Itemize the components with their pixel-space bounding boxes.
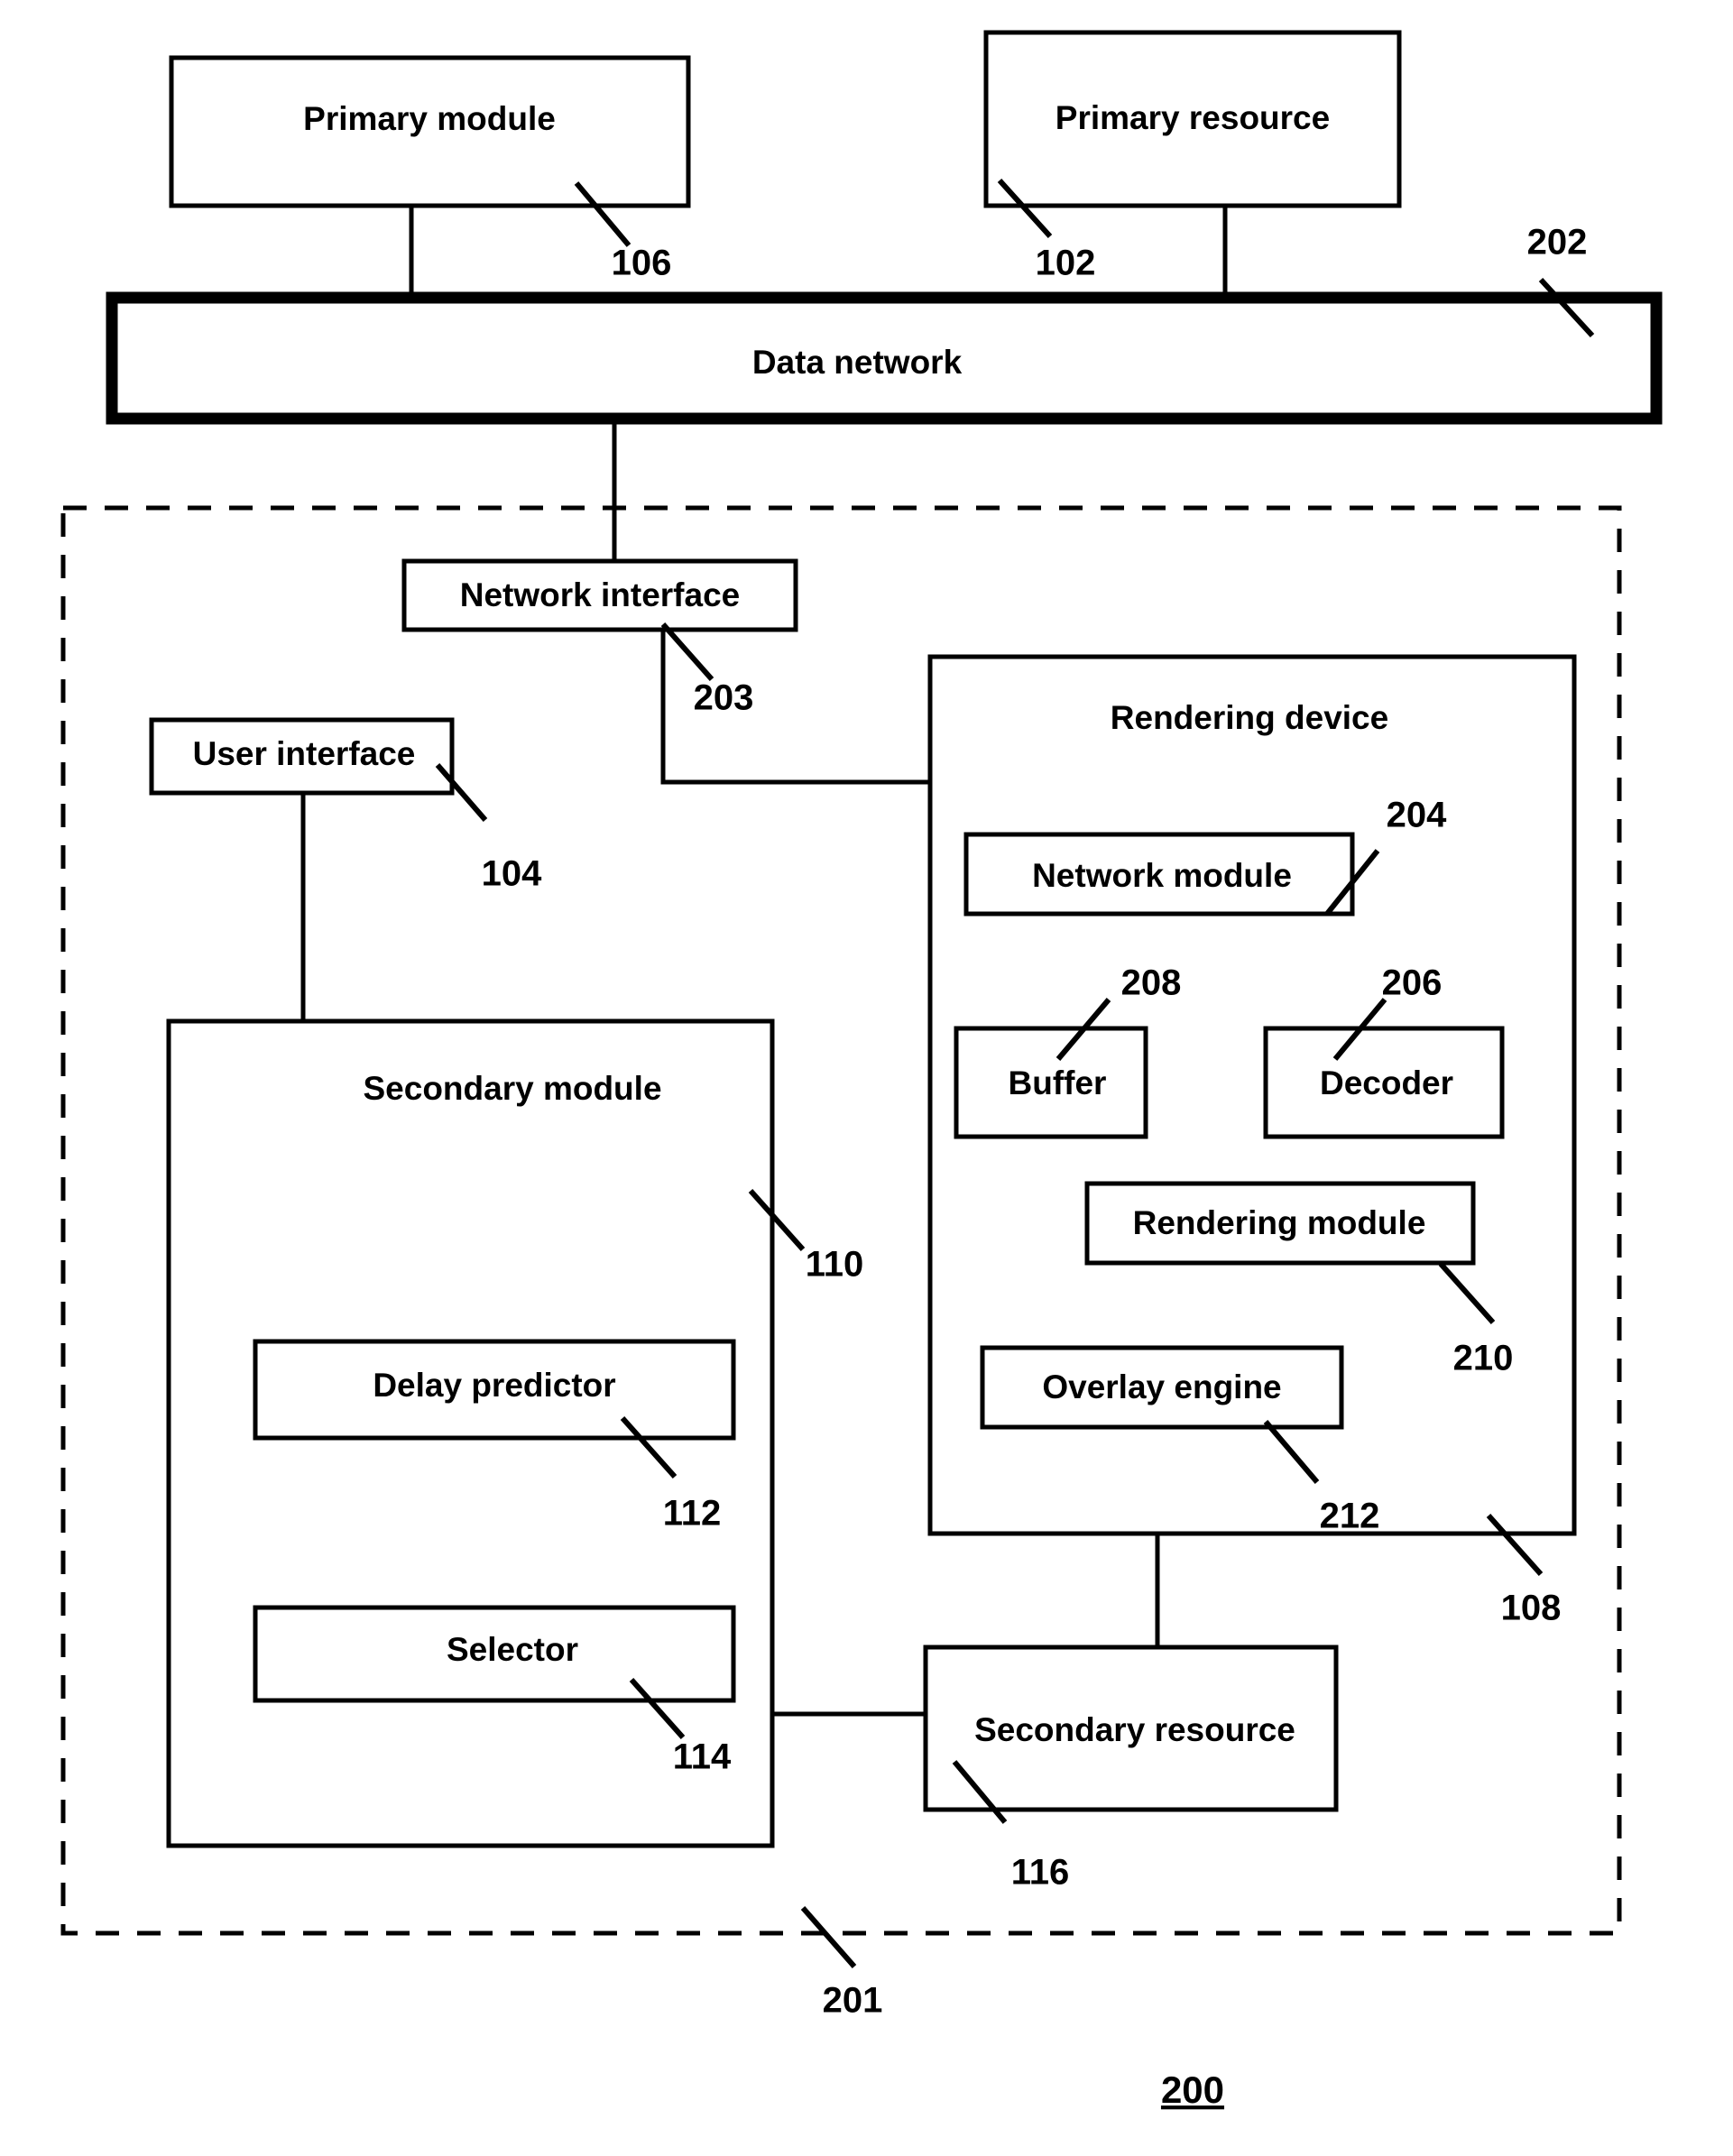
rendering-module-label: Rendering module: [1133, 1204, 1426, 1241]
diagram-canvas: Primary module 106 Primary resource 102 …: [60, 30, 1663, 2111]
ref-110: 110: [806, 1245, 864, 1285]
primary-module-label: Primary module: [303, 100, 556, 137]
ref-206: 206: [1382, 963, 1443, 1003]
secondary-resource-box: Secondary resource 116: [923, 1645, 1339, 1893]
data-network-label: Data network: [752, 344, 963, 381]
leader-201: [800, 1906, 857, 1968]
selector-label: Selector: [447, 1631, 578, 1668]
ref-201: 201: [823, 1981, 883, 2021]
boundary-ref-group: 201: [800, 1906, 883, 2021]
figure-number-group: 200: [1161, 2068, 1224, 2111]
figure-number: 200: [1161, 2068, 1224, 2111]
network-interface-box: Network interface 203: [401, 558, 798, 718]
network-module-label: Network module: [1032, 857, 1292, 894]
leader-203: [660, 622, 714, 681]
ref-108: 108: [1501, 1589, 1562, 1628]
network-interface-label: Network interface: [460, 576, 741, 613]
user-interface-label: User interface: [193, 735, 416, 772]
ref-202: 202: [1527, 223, 1588, 263]
primary-resource-label: Primary resource: [1055, 99, 1330, 136]
rendering-device-label: Rendering device: [1111, 699, 1388, 736]
secondary-resource-label: Secondary resource: [974, 1711, 1295, 1748]
primary-resource-box: Primary resource 102: [983, 30, 1402, 283]
secondary-module-label: Secondary module: [363, 1070, 661, 1107]
ref-203: 203: [694, 678, 754, 718]
ref-208: 208: [1121, 963, 1182, 1003]
overlay-engine-label: Overlay engine: [1042, 1368, 1281, 1405]
data-network-box: Data network 202: [106, 223, 1663, 425]
ref-114: 114: [673, 1737, 732, 1777]
buffer-label: Buffer: [1009, 1064, 1107, 1101]
ref-112: 112: [663, 1494, 722, 1534]
rendering-device-box: Rendering device 108: [927, 654, 1577, 1628]
patent-figure-200: Primary module 106 Primary resource 102 …: [0, 0, 1733, 2156]
user-interface-box: User interface 104: [149, 717, 542, 894]
ref-212: 212: [1320, 1497, 1380, 1536]
ref-104: 104: [482, 854, 542, 894]
ref-106: 106: [612, 244, 672, 283]
ref-204: 204: [1387, 796, 1447, 835]
ref-102: 102: [1036, 244, 1096, 283]
ref-116: 116: [1011, 1853, 1070, 1893]
decoder-label: Decoder: [1320, 1064, 1453, 1101]
delay-predictor-label: Delay predictor: [373, 1367, 615, 1404]
ref-210: 210: [1453, 1339, 1514, 1378]
primary-module-box: Primary module 106: [169, 55, 691, 283]
